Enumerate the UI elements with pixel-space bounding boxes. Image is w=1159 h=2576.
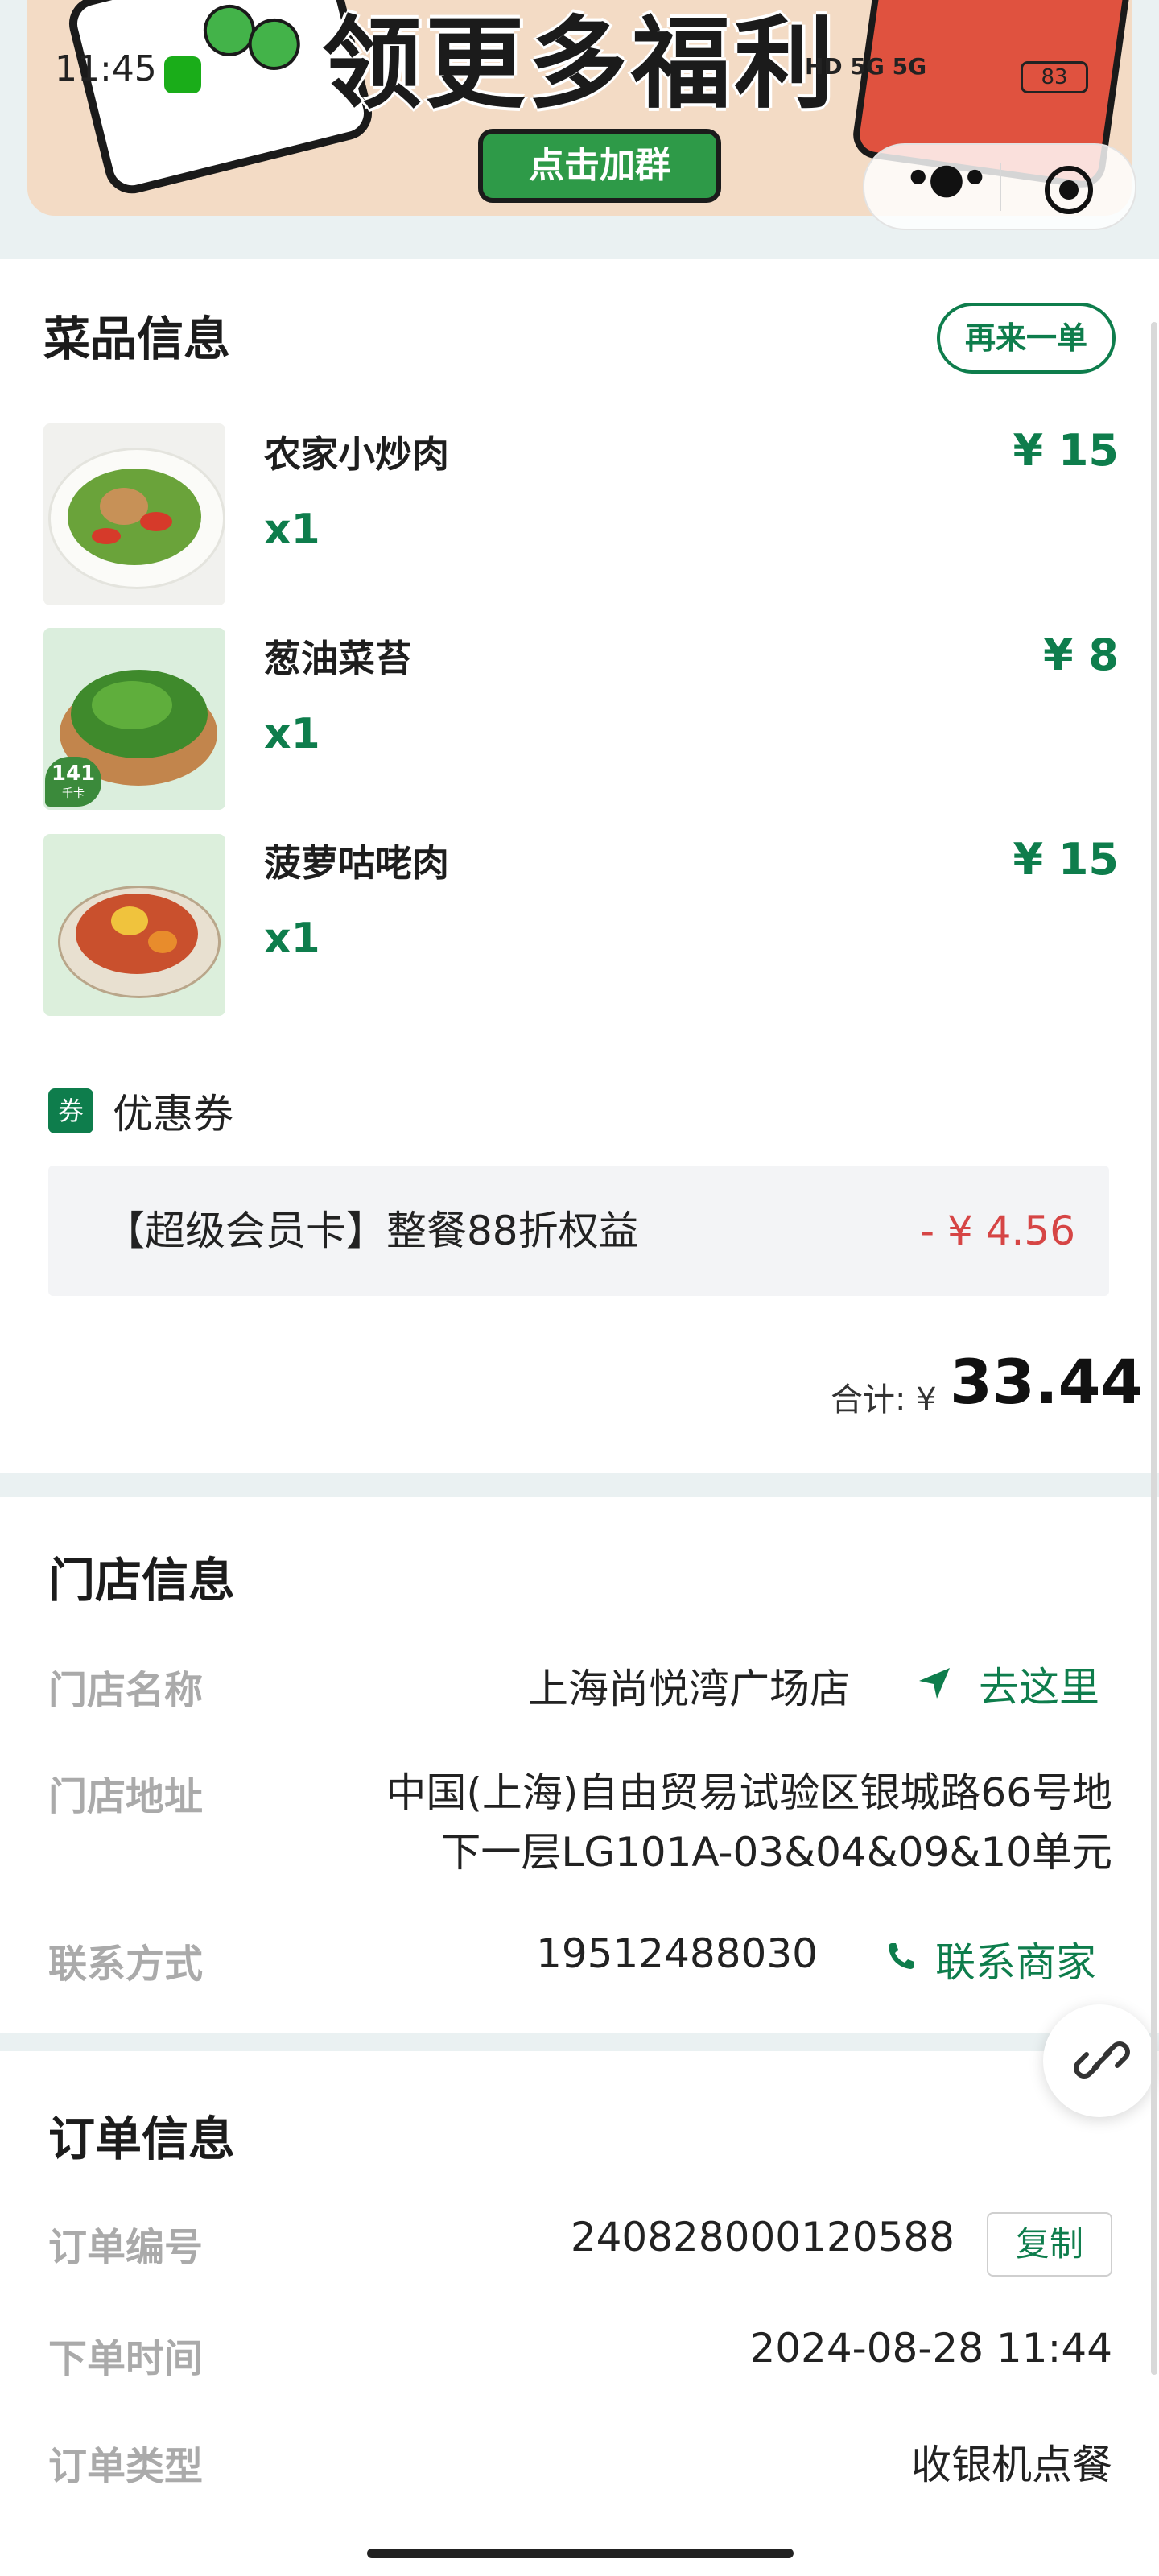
dish-price: ¥ 15 [1013,425,1119,476]
order-type-value: 收银机点餐 [911,2442,1112,2488]
more-dots-icon[interactable]: •●• [905,145,988,229]
order-time-label: 下单时间 [48,2336,204,2381]
miniprogram-capsule: •●• [863,143,1136,230]
store-name-label: 门店名称 [48,1668,204,1713]
home-indicator[interactable] [367,2549,794,2558]
join-group-button[interactable]: 点击加群 [478,129,721,203]
total-label: 合计: ¥ [831,1381,937,1418]
capsule-divider [1000,163,1001,211]
phone-icon [889,1943,914,1969]
coupon-discount-amount: - ¥ 4.56 [920,1208,1075,1254]
battery-icon: 83 [1021,61,1088,93]
dishes-section-title: 菜品信息 [43,312,231,366]
order-number-label: 订单编号 [48,2225,204,2270]
store-address-label: 门店地址 [48,1774,204,1819]
calorie-badge: 141 千卡 [45,757,101,807]
store-name-value: 上海尚悦湾广场店 [528,1666,850,1712]
order-time-value: 2024-08-28 11:44 [749,2325,1112,2372]
store-address-value: 中国(上海)自由贸易试验区银城路66号地 下一层LG101A-03&04&09&… [386,1769,1112,1876]
store-section-title: 门店信息 [48,1553,236,1608]
wechat-notification-icon [164,56,201,93]
store-phone-value: 19512488030 [536,1930,818,1977]
coupon-ticket-icon: 券 [48,1088,93,1133]
coupon-title: 优惠券 [113,1091,233,1137]
dish-image [43,423,225,605]
dish-image: 141 千卡 [43,628,225,810]
order-section-title: 订单信息 [48,2112,236,2166]
dish-price: ¥ 15 [1013,834,1119,885]
dish-qty: x1 [264,506,320,554]
dish-name: 农家小炒肉 [264,432,449,476]
dish-qty: x1 [264,710,320,758]
dish-qty: x1 [264,914,320,963]
reorder-button[interactable]: 再来一单 [937,303,1116,374]
dish-image [43,834,225,1016]
coupon-row: 【超级会员卡】整餐88折权益 - ¥ 4.56 [48,1166,1109,1296]
dish-name: 葱油菜苔 [264,637,412,680]
dish-price: ¥ 8 [1043,630,1119,680]
coupon-name: 【超级会员卡】整餐88折权益 [105,1208,639,1254]
order-number-value: 240828000120588 [570,2214,955,2260]
copy-button[interactable]: 复制 [987,2212,1112,2277]
total-amount: 33.44 [950,1346,1144,1418]
navigate-label: 去这里 [979,1664,1099,1711]
navigate-arrow-icon [919,1668,950,1699]
order-type-label: 订单类型 [48,2444,204,2489]
dish-name: 菠萝咕咾肉 [264,841,449,885]
contact-merchant-label: 联系商家 [935,1939,1096,1986]
scrollbar[interactable] [1151,322,1157,2375]
store-contact-label: 联系方式 [48,1942,204,1987]
network-indicator: HD 5G 5G [805,53,927,80]
link-icon [1074,2041,1130,2079]
target-close-icon[interactable] [1045,166,1093,214]
share-link-button[interactable] [1043,2004,1156,2117]
status-time: 11:45 [55,48,157,89]
